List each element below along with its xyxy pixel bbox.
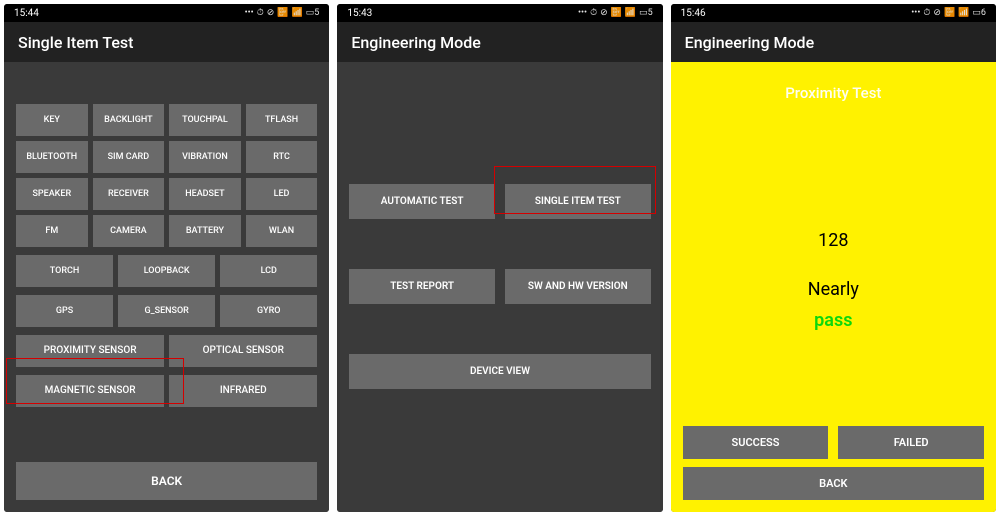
page-title: Single Item Test (18, 33, 133, 52)
test-report-button[interactable]: TEST REPORT (349, 269, 495, 304)
wifi-icon: 📶 (625, 8, 636, 18)
test-receiver[interactable]: RECEIVER (93, 178, 165, 210)
clock: 15:46 (681, 8, 706, 19)
status-icons: ••• ⏱ ⊘ 📴 📶 ▭5 (578, 8, 653, 18)
sw-hw-version-button[interactable]: SW AND HW VERSION (505, 269, 651, 304)
test-speaker[interactable]: SPEAKER (16, 178, 88, 210)
test-wlan[interactable]: WLAN (246, 215, 318, 247)
clock: 15:44 (14, 8, 39, 19)
clock: 15:43 (347, 8, 372, 19)
eng-row1: AUTOMATIC TEST SINGLE ITEM TEST (349, 184, 650, 219)
test-magnetic[interactable]: MAGNETIC SENSOR (16, 375, 164, 407)
test-infrared[interactable]: INFRARED (169, 375, 317, 407)
phone-screen-3: 15:46 ••• ⏱ ⊘ 📴 📶 ▭6 Engineering Mode Pr… (671, 4, 996, 512)
vibrate-icon: 📴 (611, 8, 622, 18)
phone-screen-1: 15:44 ••• ⏱ ⊘ 📴 📶 ▭5 Single Item Test KE… (4, 4, 329, 512)
back-button[interactable]: BACK (683, 467, 984, 500)
dnd-icon: ⊘ (600, 8, 608, 18)
back-button[interactable]: BACK (16, 462, 317, 500)
wifi-icon: 📶 (958, 8, 969, 18)
test-optical[interactable]: OPTICAL SENSOR (169, 335, 317, 367)
eng-row2: TEST REPORT SW AND HW VERSION (349, 269, 650, 304)
dots-icon: ••• (911, 8, 920, 18)
phone-screen-2: 15:43 ••• ⏱ ⊘ 📴 📶 ▭5 Engineering Mode AU… (337, 4, 662, 512)
dots-icon: ••• (245, 8, 254, 18)
status-bar: 15:46 ••• ⏱ ⊘ 📴 📶 ▭6 (671, 4, 996, 22)
page-title: Engineering Mode (685, 33, 814, 52)
body: AUTOMATIC TEST SINGLE ITEM TEST TEST REP… (337, 62, 662, 512)
result-row: SUCCESS FAILED (683, 426, 984, 459)
test-simcard[interactable]: SIM CARD (93, 141, 165, 173)
test-gsensor[interactable]: G_SENSOR (118, 295, 215, 327)
row3a: TORCH LOOPBACK LCD (16, 255, 317, 287)
test-tflash[interactable]: TFLASH (246, 104, 318, 136)
test-camera[interactable]: CAMERA (93, 215, 165, 247)
test-lcd[interactable]: LCD (220, 255, 317, 287)
status-bar: 15:43 ••• ⏱ ⊘ 📴 📶 ▭5 (337, 4, 662, 22)
bottom-buttons: SUCCESS FAILED BACK (683, 426, 984, 500)
status-icons: ••• ⏱ ⊘ 📴 📶 ▭6 (911, 8, 986, 18)
title-bar: Engineering Mode (337, 22, 662, 62)
alarm-icon: ⏱ (590, 8, 597, 18)
eng-rows: AUTOMATIC TEST SINGLE ITEM TEST TEST REP… (349, 184, 650, 389)
dots-icon: ••• (578, 8, 587, 18)
proximity-value: 128 (683, 230, 984, 251)
test-battery[interactable]: BATTERY (169, 215, 241, 247)
battery-icon: ▭5 (306, 8, 320, 18)
wide-row1: PROXIMITY SENSOR OPTICAL SENSOR (16, 335, 317, 367)
test-bluetooth[interactable]: BLUETOOTH (16, 141, 88, 173)
test-led[interactable]: LED (246, 178, 318, 210)
test-gps[interactable]: GPS (16, 295, 113, 327)
test-headset[interactable]: HEADSET (169, 178, 241, 210)
alarm-icon: ⏱ (923, 8, 930, 18)
test-grid: KEY BACKLIGHT TOUCHPAL TFLASH BLUETOOTH … (16, 104, 317, 247)
vibrate-icon: 📴 (944, 8, 955, 18)
proximity-status-nearly: Nearly (683, 279, 984, 300)
wifi-icon: 📶 (292, 8, 303, 18)
test-gyro[interactable]: GYRO (220, 295, 317, 327)
test-key[interactable]: KEY (16, 104, 88, 136)
status-bar: 15:44 ••• ⏱ ⊘ 📴 📶 ▭5 (4, 4, 329, 22)
automatic-test-button[interactable]: AUTOMATIC TEST (349, 184, 495, 219)
wide-row2: MAGNETIC SENSOR INFRARED (16, 375, 317, 407)
failed-button[interactable]: FAILED (838, 426, 984, 459)
dnd-icon: ⊘ (267, 8, 275, 18)
vibrate-icon: 📴 (277, 8, 288, 18)
title-bar: Single Item Test (4, 22, 329, 62)
battery-icon: ▭6 (972, 8, 986, 18)
device-view-button[interactable]: DEVICE VIEW (349, 354, 650, 389)
proximity-status-pass: pass (683, 310, 984, 331)
eng-row3: DEVICE VIEW (349, 354, 650, 389)
test-rtc[interactable]: RTC (246, 141, 318, 173)
test-touchpal[interactable]: TOUCHPAL (169, 104, 241, 136)
test-proximity[interactable]: PROXIMITY SENSOR (16, 335, 164, 367)
alarm-icon: ⏱ (257, 8, 264, 18)
test-backlight[interactable]: BACKLIGHT (93, 104, 165, 136)
status-icons: ••• ⏱ ⊘ 📴 📶 ▭5 (245, 8, 320, 18)
test-loopback[interactable]: LOOPBACK (118, 255, 215, 287)
body: Proximity Test 128 Nearly pass SUCCESS F… (671, 62, 996, 512)
body: KEY BACKLIGHT TOUCHPAL TFLASH BLUETOOTH … (4, 62, 329, 512)
test-torch[interactable]: TORCH (16, 255, 113, 287)
success-button[interactable]: SUCCESS (683, 426, 829, 459)
battery-icon: ▭5 (639, 8, 653, 18)
test-vibration[interactable]: VIBRATION (169, 141, 241, 173)
single-item-test-button[interactable]: SINGLE ITEM TEST (505, 184, 651, 219)
page-title: Engineering Mode (351, 33, 480, 52)
dnd-icon: ⊘ (933, 8, 941, 18)
test-fm[interactable]: FM (16, 215, 88, 247)
title-bar: Engineering Mode (671, 22, 996, 62)
row3b: GPS G_SENSOR GYRO (16, 295, 317, 327)
proximity-test-title: Proximity Test (683, 84, 984, 102)
